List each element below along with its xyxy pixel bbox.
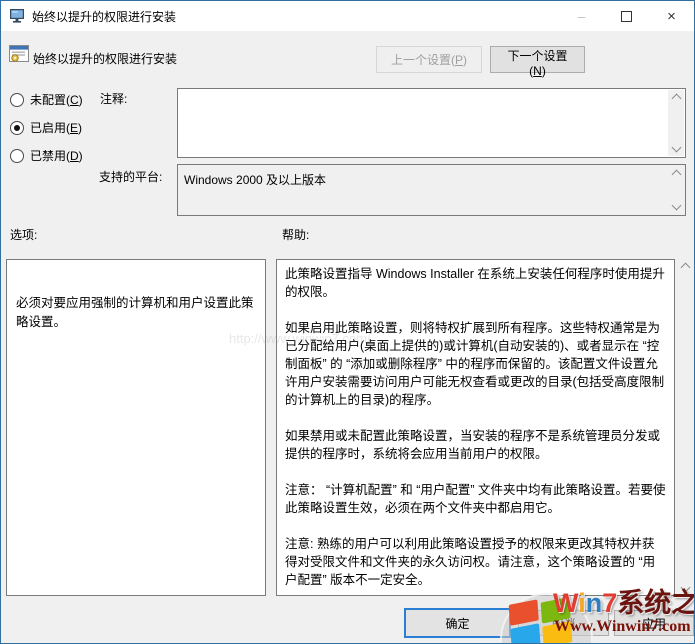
help-paragraph: 此策略设置指导 Windows Installer 在系统上安装任何程序时使用提… [285,267,665,299]
radio-icon [10,92,24,107]
previous-setting-button[interactable]: 上一个设置(P) [376,46,482,73]
help-scrollbar[interactable] [677,261,694,594]
policy-title: 始终以提升的权限进行安装 [33,52,178,66]
radio-label: 已禁用(D) [30,149,83,163]
help-text: 此策略设置指导 Windows Installer 在系统上安装任何程序时使用提… [277,260,674,594]
hotkey: P [454,53,463,67]
help-label: 帮助: [282,228,310,242]
hotkey: N [533,64,542,78]
platform-scrollbar[interactable] [668,166,684,214]
policy-setting-dialog: 始终以提升的权限进行安装 – × 始终以提升的权限进行安装 上一个设置(P) 下… [0,0,695,644]
help-paragraph: 如果禁用或未配置此策略设置，当安装的程序不是系统管理员分发或提供的程序时，系统将… [285,429,661,461]
maximize-button[interactable] [604,1,649,31]
help-paragraph: 注意： “计算机配置” 和 “用户配置” 文件夹中均有此策略设置。若要使此策略设… [285,483,666,515]
scroll-up-icon[interactable] [680,262,691,273]
minimize-button[interactable]: – [559,1,604,31]
scroll-down-icon[interactable] [671,142,681,153]
radio-icon [10,120,24,135]
radio-disabled[interactable]: 已禁用(D) [10,147,83,164]
maximize-icon [621,10,632,22]
titlebar: 始终以提升的权限进行安装 – × [1,1,694,31]
close-icon: × [667,7,676,25]
radio-not-configured[interactable]: 未配置(C) [10,91,83,108]
comment-scrollbar[interactable] [668,90,684,156]
scroll-up-icon[interactable] [671,169,681,180]
next-setting-button[interactable]: 下一个设置(N) [490,46,585,78]
platform-box: Windows 2000 及以上版本 [177,164,686,216]
scroll-down-icon[interactable] [680,582,691,593]
scroll-down-icon[interactable] [671,200,681,211]
radio-label: 未配置(C) [30,93,83,107]
radio-icon [10,148,24,163]
scroll-up-icon[interactable] [671,93,681,104]
radio-label: 已启用(E) [30,121,83,135]
help-panel[interactable]: 此策略设置指导 Windows Installer 在系统上安装任何程序时使用提… [276,259,675,596]
close-button[interactable]: × [649,1,694,31]
options-text: 必须对要应用强制的计算机和用户设置此策略设置。 [16,296,254,329]
window-title: 始终以提升的权限进行安装 [32,9,177,24]
cancel-button[interactable]: 取消 [518,610,609,636]
options-panel: 必须对要应用强制的计算机和用户设置此策略设置。 [6,259,266,596]
policy-setting-icon [9,45,29,62]
comment-input[interactable] [177,88,686,158]
button-label: ) [541,64,546,78]
platform-value: Windows 2000 及以上版本 [184,173,327,187]
options-label: 选项: [10,228,38,242]
platform-label: 支持的平台: [99,170,163,184]
help-paragraph: 注意: 熟练的用户可以利用此策略设置授予的权限来更改其特权并获得对受限文件和文件… [285,537,656,587]
group-policy-app-icon [10,9,24,23]
apply-button[interactable]: 应用 [614,610,694,636]
button-label: ) [463,53,467,67]
button-label: 上一个设置( [390,53,455,67]
window-controls: – × [559,1,694,31]
minimize-icon: – [577,8,586,24]
radio-enabled[interactable]: 已启用(E) [10,119,82,136]
comment-label: 注释: [100,92,128,106]
help-paragraph: 如果启用此策略设置，则将特权扩展到所有程序。这些特权通常是为已分配给用户(桌面上… [285,321,665,407]
ok-button[interactable]: 确定 [404,608,511,638]
